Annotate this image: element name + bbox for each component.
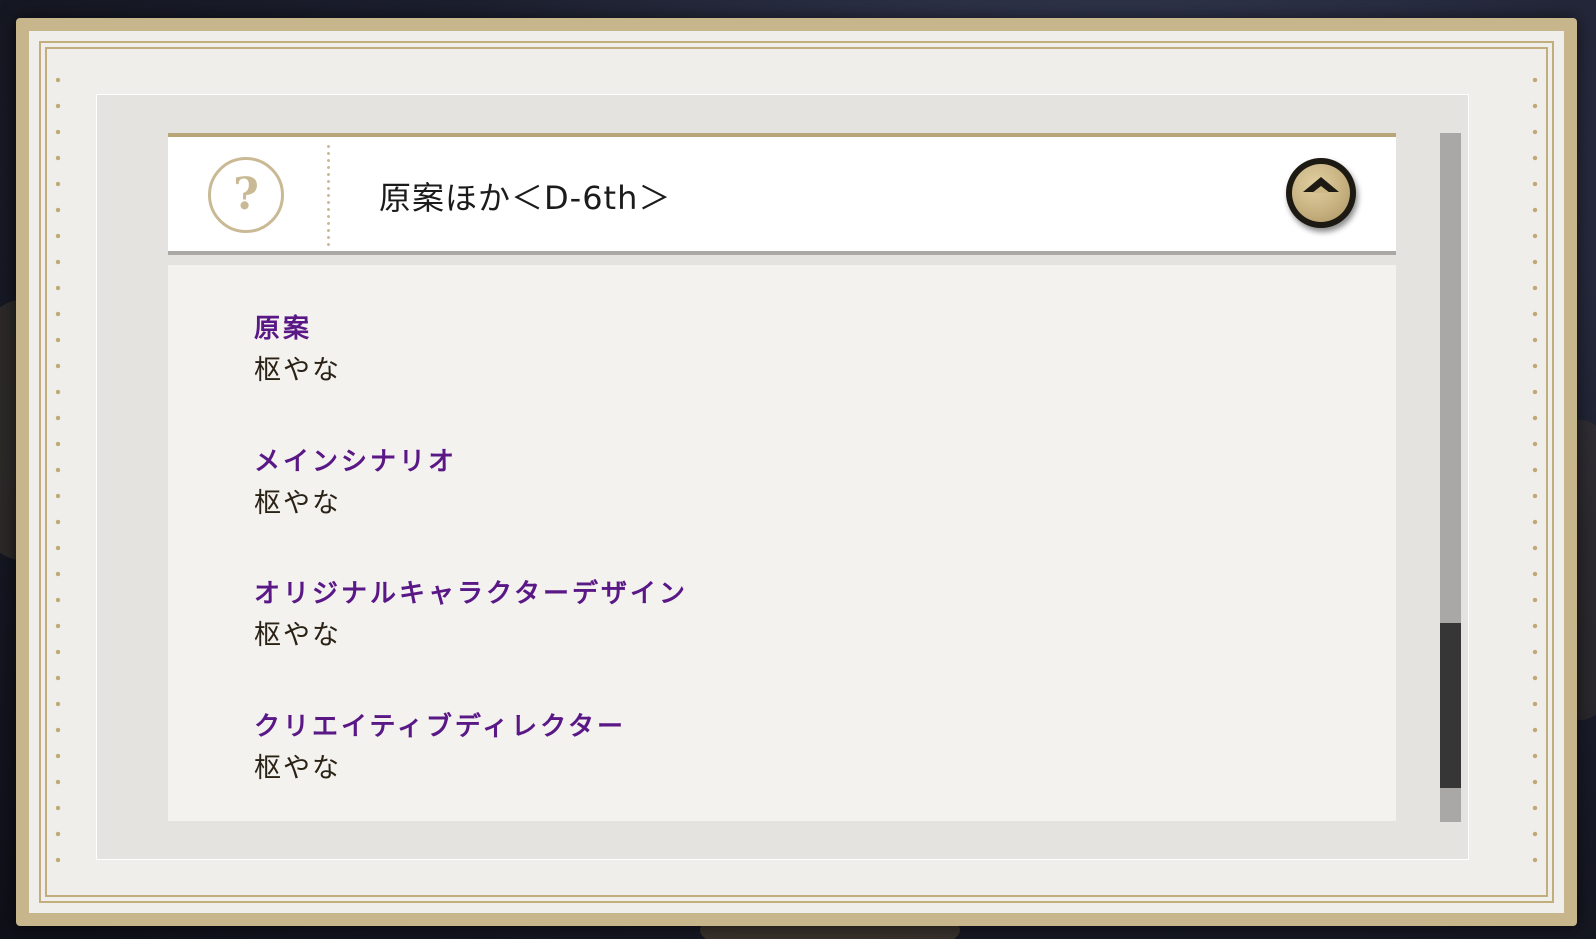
scrollbar-track[interactable]	[1440, 133, 1461, 822]
credit-name: 枢やな	[254, 620, 341, 651]
credit-role: 原案	[254, 314, 313, 344]
credit-item: メインシナリオ 枢やな	[254, 445, 457, 523]
credits-panel: ? 原案ほか＜D-6th＞ 原案 枢やな メインシナリオ 枢やな オリジナルキャ…	[96, 94, 1469, 860]
credit-item: オリジナルキャラクターデザイン 枢やな	[254, 577, 688, 655]
credits-list: 原案 枢やな メインシナリオ 枢やな オリジナルキャラクターデザイン 枢やな ク…	[168, 265, 1396, 821]
section-title: 原案ほか＜D-6th＞	[379, 179, 672, 217]
chevron-up-icon-notch	[1312, 186, 1330, 193]
collapse-button-face	[1292, 164, 1350, 222]
scrollbar-thumb[interactable]	[1440, 623, 1461, 788]
credit-item: 原案 枢やな	[254, 312, 341, 390]
dotted-border-right	[1532, 67, 1538, 877]
credit-role: オリジナルキャラクターデザイン	[254, 579, 688, 609]
credit-role: クリエイティブディレクター	[254, 712, 627, 742]
credit-name: 枢やな	[254, 488, 341, 519]
credit-name: 枢やな	[254, 753, 341, 784]
header-divider	[327, 143, 330, 247]
dialog-frame: ? 原案ほか＜D-6th＞ 原案 枢やな メインシナリオ 枢やな オリジナルキャ…	[16, 18, 1577, 926]
section-header[interactable]: ? 原案ほか＜D-6th＞	[168, 133, 1396, 255]
collapse-button[interactable]	[1286, 158, 1356, 228]
dotted-border-left	[55, 67, 61, 877]
dialog-paper: ? 原案ほか＜D-6th＞ 原案 枢やな メインシナリオ 枢やな オリジナルキャ…	[29, 31, 1564, 913]
credit-name: 枢やな	[254, 355, 341, 386]
credit-item: クリエイティブディレクター 枢やな	[254, 710, 626, 788]
question-mark-icon: ?	[208, 157, 284, 233]
credit-role: メインシナリオ	[254, 447, 458, 477]
